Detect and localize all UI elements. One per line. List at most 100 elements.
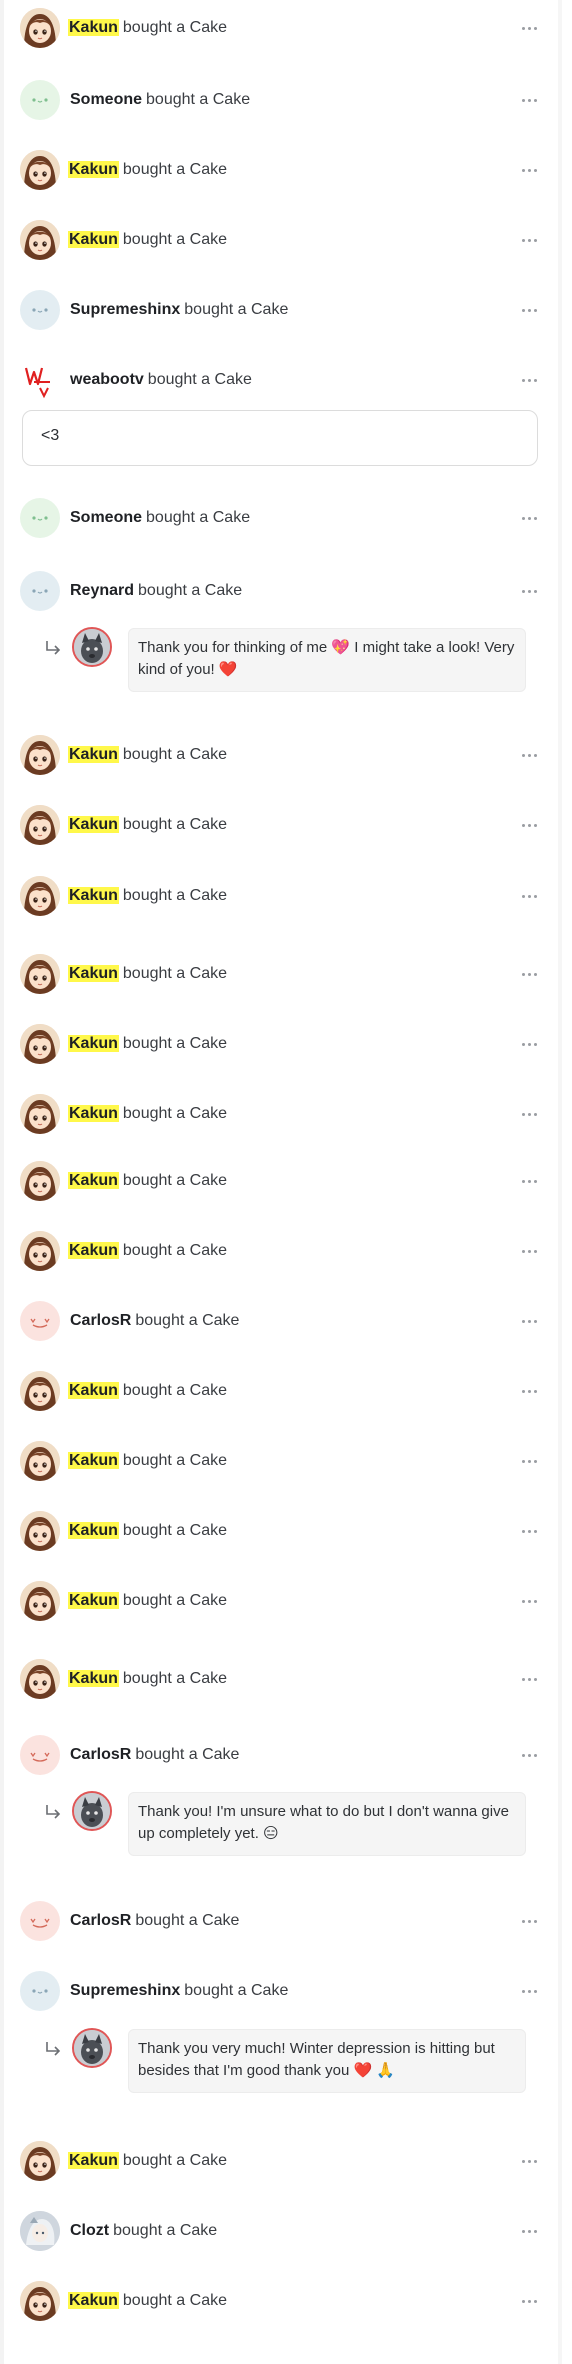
avatar — [20, 290, 60, 330]
avatar — [20, 1511, 60, 1551]
purchase-action-text: bought a Cake — [146, 509, 251, 526]
feed-item-text: Kakun bought a Cake — [68, 1381, 227, 1401]
supporter-name[interactable]: Supremeshinx — [70, 1982, 180, 1999]
feed-item: Supremeshinx bought a Cake — [20, 1971, 540, 2011]
supporter-name[interactable]: Kakun — [68, 2152, 119, 2169]
more-horizontal-icon[interactable] — [518, 1745, 540, 1765]
supporter-name[interactable]: Kakun — [68, 816, 119, 833]
purchase-action-text: bought a Cake — [122, 1592, 227, 1609]
more-horizontal-icon[interactable] — [518, 508, 540, 528]
kakun-avatar-art — [20, 1094, 60, 1134]
supporter-name[interactable]: CarlosR — [70, 1312, 131, 1329]
feed-item: Kakun bought a Cake — [20, 8, 540, 48]
supporter-name[interactable]: Someone — [70, 91, 142, 108]
supporter-name[interactable]: Reynard — [70, 582, 134, 599]
supporter-name[interactable]: Kakun — [68, 1105, 119, 1122]
more-horizontal-icon[interactable] — [518, 1451, 540, 1471]
purchase-action-text: bought a Cake — [135, 1912, 240, 1929]
more-horizontal-icon[interactable] — [518, 581, 540, 601]
creator-reply-bubble: Thank you! I'm unsure what to do but I d… — [128, 1792, 526, 1856]
more-horizontal-icon[interactable] — [518, 1311, 540, 1331]
feed-item-text: Supremeshinx bought a Cake — [70, 1981, 288, 2001]
more-horizontal-icon[interactable] — [518, 370, 540, 390]
purchase-action-text: bought a Cake — [122, 965, 227, 982]
supporter-name[interactable]: Kakun — [68, 1172, 119, 1189]
more-horizontal-icon[interactable] — [518, 1591, 540, 1611]
avatar — [20, 1024, 60, 1064]
purchase-action-text: bought a Cake — [122, 1035, 227, 1052]
feed-item-text: Kakun bought a Cake — [68, 886, 227, 906]
feed-item: Kakun bought a Cake — [20, 1231, 540, 1271]
feed-item: Kakun bought a Cake — [20, 1024, 540, 1064]
supporter-name[interactable]: Kakun — [68, 1592, 119, 1609]
supporter-name[interactable]: Kakun — [68, 1522, 119, 1539]
avatar — [20, 1659, 60, 1699]
supporter-name[interactable]: Kakun — [68, 965, 119, 982]
more-horizontal-icon[interactable] — [518, 745, 540, 765]
more-horizontal-icon[interactable] — [518, 1669, 540, 1689]
supporter-name[interactable]: Kakun — [68, 746, 119, 763]
feed-item: Kakun bought a Cake — [20, 954, 540, 994]
supporter-name[interactable]: Kakun — [68, 1242, 119, 1259]
feed-item: Clozt bought a Cake — [20, 2211, 540, 2251]
feed-item-text: Kakun bought a Cake — [68, 2291, 227, 2311]
feed-item: CarlosR bought a Cake — [20, 1301, 540, 1341]
more-horizontal-icon[interactable] — [518, 1381, 540, 1401]
feed-item-text: Kakun bought a Cake — [68, 160, 227, 180]
supporter-name[interactable]: CarlosR — [70, 1746, 131, 1763]
purchase-action-text: bought a Cake — [122, 1522, 227, 1539]
more-horizontal-icon[interactable] — [518, 160, 540, 180]
more-horizontal-icon[interactable] — [518, 2151, 540, 2171]
supporter-name[interactable]: Kakun — [68, 1452, 119, 1469]
supporter-name[interactable]: Someone — [70, 509, 142, 526]
supporter-name[interactable]: Kakun — [68, 19, 119, 36]
kakun-avatar-art — [20, 2281, 60, 2321]
more-horizontal-icon[interactable] — [518, 964, 540, 984]
more-horizontal-icon[interactable] — [518, 815, 540, 835]
feed-item-text: Reynard bought a Cake — [70, 581, 242, 601]
avatar — [20, 8, 60, 48]
feed-item: Kakun bought a Cake — [20, 1094, 540, 1134]
feed-item: Kakun bought a Cake — [20, 1441, 540, 1481]
supporter-name[interactable]: Kakun — [68, 161, 119, 178]
more-horizontal-icon[interactable] — [518, 1104, 540, 1124]
supporter-name[interactable]: weabootv — [70, 371, 144, 388]
more-horizontal-icon[interactable] — [518, 1981, 540, 2001]
supporter-name[interactable]: Kakun — [68, 2292, 119, 2309]
supporter-name[interactable]: Kakun — [68, 887, 119, 904]
kakun-avatar-art — [20, 2141, 60, 2181]
purchase-action-text: bought a Cake — [184, 301, 289, 318]
more-horizontal-icon[interactable] — [518, 1521, 540, 1541]
feed-item-text: Kakun bought a Cake — [68, 1669, 227, 1689]
feed-item: Supremeshinx bought a Cake — [20, 290, 540, 330]
supporter-name[interactable]: Kakun — [68, 1670, 119, 1687]
kakun-avatar-art — [20, 1371, 60, 1411]
avatar — [20, 876, 60, 916]
purchase-action-text: bought a Cake — [113, 2222, 218, 2239]
supporter-name[interactable]: CarlosR — [70, 1912, 131, 1929]
supporter-name[interactable]: Kakun — [68, 1382, 119, 1399]
more-horizontal-icon[interactable] — [518, 886, 540, 906]
more-horizontal-icon[interactable] — [518, 2291, 540, 2311]
more-horizontal-icon[interactable] — [518, 230, 540, 250]
supporter-name[interactable]: Clozt — [70, 2222, 109, 2239]
more-horizontal-icon[interactable] — [518, 300, 540, 320]
avatar — [20, 220, 60, 260]
more-horizontal-icon[interactable] — [518, 2221, 540, 2241]
feed-item-text: CarlosR bought a Cake — [70, 1911, 239, 1931]
supporter-name[interactable]: Kakun — [68, 1035, 119, 1052]
more-horizontal-icon[interactable] — [518, 1241, 540, 1261]
more-horizontal-icon[interactable] — [518, 1171, 540, 1191]
purchase-action-text: bought a Cake — [138, 582, 243, 599]
kakun-avatar-art — [20, 805, 60, 845]
supporter-name[interactable]: Supremeshinx — [70, 301, 180, 318]
more-horizontal-icon[interactable] — [518, 90, 540, 110]
feed-item: Someone bought a Cake — [20, 498, 540, 538]
supporter-name[interactable]: Kakun — [68, 231, 119, 248]
reply-arrow-icon — [42, 638, 64, 660]
more-horizontal-icon[interactable] — [518, 1034, 540, 1054]
feed-item-text: CarlosR bought a Cake — [70, 1311, 239, 1331]
more-horizontal-icon[interactable] — [518, 18, 540, 38]
feed-item-text: Kakun bought a Cake — [68, 1591, 227, 1611]
more-horizontal-icon[interactable] — [518, 1911, 540, 1931]
